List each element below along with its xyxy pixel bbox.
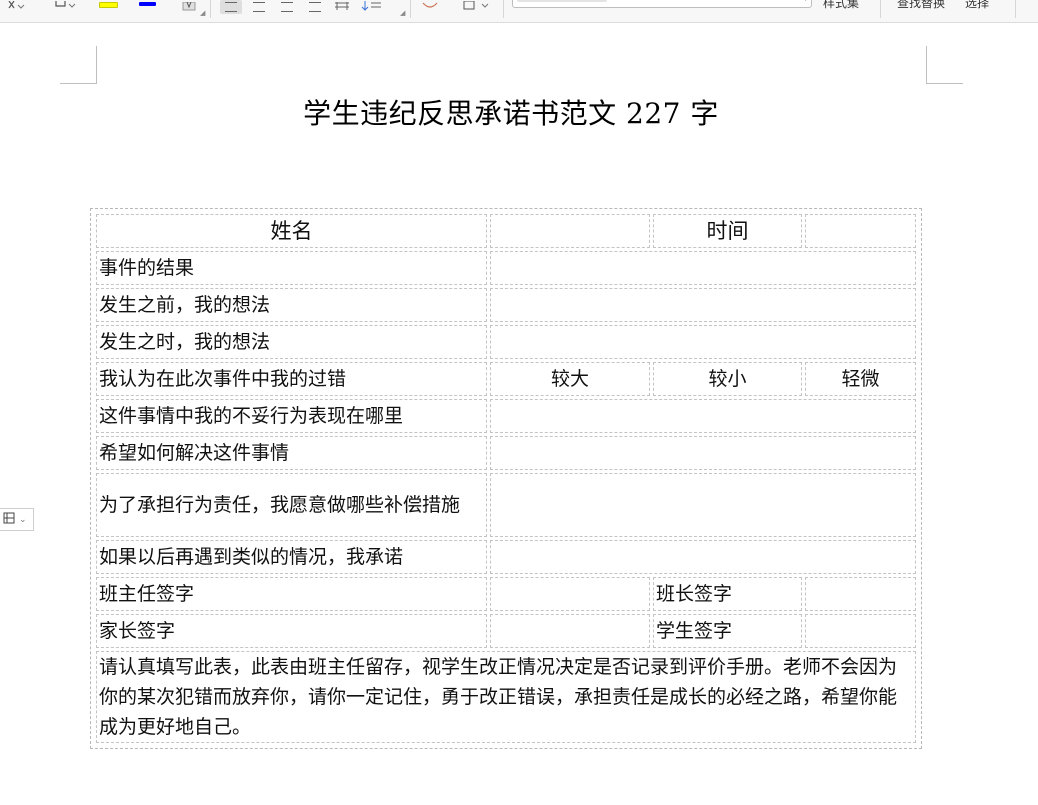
solve-label: 希望如何解决这件事情	[96, 436, 487, 470]
clear-format-icon[interactable]	[52, 0, 78, 14]
monitor-sign-label: 班长签字	[653, 577, 802, 611]
monitor-sign-field[interactable]	[805, 577, 916, 611]
promise-field[interactable]	[490, 540, 916, 574]
before-field[interactable]	[490, 288, 916, 322]
align-right-icon[interactable]	[278, 0, 296, 14]
table-row: 这件事情中我的不妥行为表现在哪里	[96, 399, 916, 433]
toolbar-divider	[410, 0, 411, 18]
fault-label: 我认为在此次事件中我的过错	[96, 362, 487, 396]
reflection-form-table: 姓名 时间 事件的结果 发生之前，我的想法 发生之时，我的想法 我认为在此次事件…	[90, 208, 922, 749]
time-label: 时间	[653, 214, 802, 248]
promise-label: 如果以后再遇到类似的情况，我承诺	[96, 540, 487, 574]
paragraph-launcher-icon[interactable]: ◢	[400, 9, 405, 17]
style-gallery-combobox[interactable]: ▾	[512, 0, 812, 8]
parent-sign-label: 家长签字	[96, 614, 487, 648]
result-field[interactable]	[490, 251, 916, 285]
table-handle[interactable]: ⌄	[0, 508, 34, 531]
table-row: 发生之时，我的想法	[96, 325, 916, 359]
table-row: 班主任签字 班长签字	[96, 577, 916, 611]
ribbon-toolbar: ◢ ◢ ▾ 样式集 查找替换 选择	[0, 0, 1038, 23]
solve-field[interactable]	[490, 436, 916, 470]
parent-sign-field[interactable]	[490, 614, 650, 648]
highlight-color-swatch[interactable]	[99, 2, 118, 8]
student-sign-label: 学生签字	[653, 614, 802, 648]
time-field[interactable]	[805, 214, 916, 248]
before-label: 发生之前，我的想法	[96, 288, 487, 322]
teacher-sign-field[interactable]	[490, 577, 650, 611]
distributed-icon[interactable]	[332, 0, 352, 14]
border-icon[interactable]	[456, 0, 496, 14]
compensate-label: 为了承担行为责任，我愿意做哪些补偿措施	[96, 473, 487, 537]
toolbar-divider	[210, 0, 211, 18]
table-row: 希望如何解决这件事情	[96, 436, 916, 470]
find-replace-button[interactable]: 查找替换	[897, 0, 945, 11]
table-row: 如果以后再遇到类似的情况，我承诺	[96, 540, 916, 574]
fault-option-major[interactable]: 较大	[490, 362, 650, 396]
char-shading-icon[interactable]	[178, 0, 200, 14]
during-field[interactable]	[490, 325, 916, 359]
toolbar-divider	[1015, 0, 1016, 18]
table-row: 我认为在此次事件中我的过错 较大 较小 轻微	[96, 362, 916, 396]
style-gallery-preview	[517, 0, 607, 2]
document-title: 学生违纪反思承诺书范文 227 字	[303, 97, 719, 130]
during-label: 发生之时，我的想法	[96, 325, 487, 359]
table-row: 家长签字 学生签字	[96, 614, 916, 648]
form-grid: 姓名 时间 事件的结果 发生之前，我的想法 发生之时，我的想法 我认为在此次事件…	[93, 211, 919, 746]
font-size-icon[interactable]	[4, 0, 30, 14]
student-sign-field[interactable]	[805, 614, 916, 648]
justify-icon[interactable]	[306, 0, 324, 14]
style-gallery-button[interactable]: 样式集	[823, 0, 859, 11]
toolbar-divider	[880, 0, 881, 18]
table-row: 事件的结果	[96, 251, 916, 285]
fault-option-minor[interactable]: 较小	[653, 362, 802, 396]
table-row: 请认真填写此表，此表由班主任留存，视学生改正情况决定是否记录到评价手册。老师不会…	[96, 651, 916, 743]
name-field[interactable]	[490, 214, 650, 248]
table-handle-icon[interactable]	[0, 512, 18, 528]
compensate-field[interactable]	[490, 473, 916, 537]
select-button[interactable]: 选择	[965, 0, 989, 11]
improper-label: 这件事情中我的不妥行为表现在哪里	[96, 399, 487, 433]
dialog-launcher-icon[interactable]: ◢	[200, 9, 205, 17]
line-spacing-icon[interactable]	[360, 0, 386, 14]
instruction-note: 请认真填写此表，此表由班主任留存，视学生改正情况决定是否记录到评价手册。老师不会…	[96, 651, 916, 743]
chevron-down-icon[interactable]: ▾	[803, 0, 808, 5]
table-row: 为了承担行为责任，我愿意做哪些补偿措施	[96, 473, 916, 537]
result-label: 事件的结果	[96, 251, 487, 285]
align-center-icon[interactable]	[250, 0, 268, 14]
chevron-down-icon[interactable]: ⌄	[19, 515, 27, 525]
name-label: 姓名	[96, 214, 487, 248]
table-row: 发生之前，我的想法	[96, 288, 916, 322]
font-color-swatch[interactable]	[139, 2, 156, 6]
table-row: 姓名 时间	[96, 214, 916, 248]
align-left-icon[interactable]	[220, 0, 242, 14]
link-icon[interactable]	[418, 0, 442, 14]
toolbar-divider	[503, 0, 504, 18]
improper-field[interactable]	[490, 399, 916, 433]
page-margin-mark-top-right	[926, 46, 963, 84]
teacher-sign-label: 班主任签字	[96, 577, 487, 611]
page-margin-mark-top-left	[60, 46, 97, 84]
fault-option-slight[interactable]: 轻微	[805, 362, 916, 396]
